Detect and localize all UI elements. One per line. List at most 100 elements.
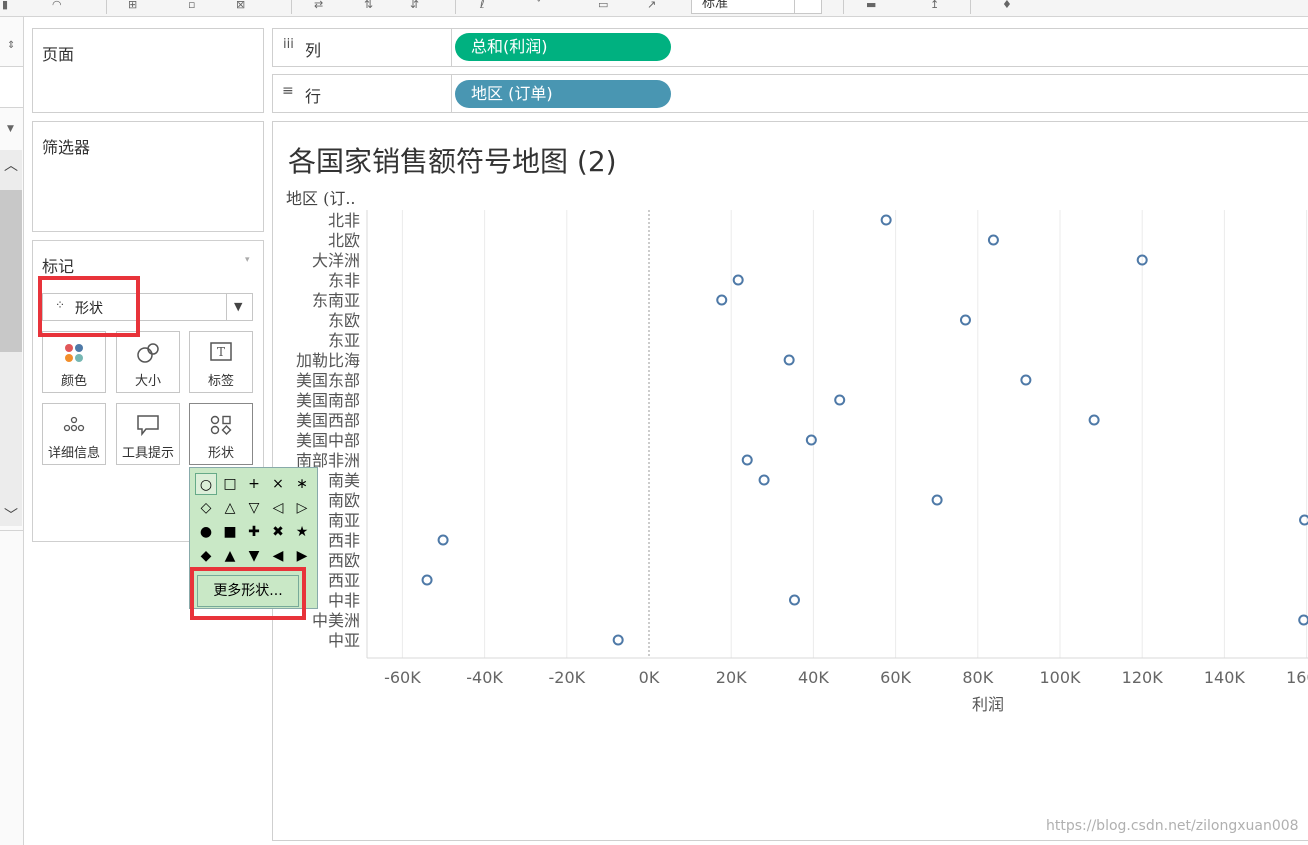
label-icon[interactable]: ▭: [598, 0, 608, 10]
category-label: 大洋洲: [312, 251, 360, 270]
data-point[interactable]: [732, 274, 744, 286]
data-point[interactable]: [959, 314, 971, 326]
detail-icon: [43, 414, 105, 440]
sort-desc-icon[interactable]: ⇵: [410, 0, 419, 10]
filters-pane[interactable]: 筛选器: [32, 121, 264, 232]
category-label: 加勒比海: [296, 351, 360, 370]
data-point[interactable]: [805, 434, 817, 446]
detail-card[interactable]: 详细信息: [42, 403, 106, 465]
shape-option[interactable]: ▼: [243, 545, 265, 567]
dropdown-icon[interactable]: ▼: [7, 124, 14, 134]
shape-option[interactable]: ○: [195, 473, 217, 495]
highlight-box-marktype: [38, 276, 140, 337]
new-datasource-icon[interactable]: ⊞: [128, 0, 137, 10]
shape-option[interactable]: ◁: [267, 497, 289, 519]
data-point[interactable]: [880, 214, 892, 226]
shape-option[interactable]: ■: [219, 521, 241, 543]
filters-title: 筛选器: [42, 138, 91, 157]
size-icon: [117, 342, 179, 370]
group-icon[interactable]: ˇ: [536, 0, 542, 10]
category-label: 东南亚: [312, 291, 360, 310]
scatter-chart[interactable]: -60K -40K -20K 0K 20K 40K 60K 80K 100K 120K 140K 16…: [273, 122, 1308, 840]
shape-option[interactable]: +: [243, 473, 265, 495]
data-point[interactable]: [437, 534, 449, 546]
scroll-up-icon[interactable]: ︿: [4, 155, 18, 175]
x-tick-label: 40K: [798, 668, 829, 687]
x-tick-label: 140K: [1204, 668, 1246, 687]
shape-option[interactable]: ▽: [243, 497, 265, 519]
size-card[interactable]: 大小: [116, 331, 180, 393]
undo-icon[interactable]: ◠: [52, 0, 62, 10]
data-point[interactable]: [716, 294, 728, 306]
scrollbar-thumb[interactable]: [0, 190, 22, 352]
columns-shelf[interactable]: iii 列 总和(利润): [272, 28, 1308, 67]
shape-option[interactable]: ▷: [291, 497, 313, 519]
view-pane[interactable]: 各国家销售额符号地图 (2) -60K -40K -20K 0K 20K 40K 60K 80…: [272, 121, 1308, 841]
category-label: 中美洲: [312, 611, 360, 630]
x-tick-label: 20K: [716, 668, 747, 687]
swap-icon[interactable]: ⇄: [314, 0, 323, 10]
save-icon[interactable]: ▫: [188, 0, 195, 10]
marks-menu-icon[interactable]: ▾: [245, 255, 250, 265]
shape-option[interactable]: ●: [195, 521, 217, 543]
category-label: 南欧: [328, 491, 360, 510]
clear-sheet-icon[interactable]: ⊠: [236, 0, 245, 10]
shape-option[interactable]: ◆: [195, 545, 217, 567]
pages-pane[interactable]: 页面: [32, 28, 264, 113]
data-point[interactable]: [612, 634, 624, 646]
rows-pill[interactable]: 地区 (订单): [455, 80, 671, 108]
data-point[interactable]: [421, 574, 433, 586]
shape-option[interactable]: ◇: [195, 497, 217, 519]
sort-icon[interactable]: ⇕: [7, 40, 15, 51]
highlight-box-more-shapes: [190, 567, 306, 620]
shape-option[interactable]: ✖: [267, 521, 289, 543]
shape-option[interactable]: ▲: [219, 545, 241, 567]
shape-card[interactable]: 形状: [189, 403, 253, 465]
shape-option[interactable]: □: [219, 473, 241, 495]
chevron-down-icon[interactable]: ▼: [234, 300, 242, 313]
chevron-down-icon[interactable]: [794, 0, 821, 13]
shape-option[interactable]: ×: [267, 473, 289, 495]
color-card[interactable]: 颜色: [42, 331, 106, 393]
data-point[interactable]: [834, 394, 846, 406]
data-point[interactable]: [931, 494, 943, 506]
shape-option[interactable]: ▶: [291, 545, 313, 567]
presentation-icon[interactable]: ▬: [866, 0, 876, 10]
shape-option[interactable]: ◀: [267, 545, 289, 567]
x-tick-label: -40K: [466, 668, 503, 687]
share-icon[interactable]: ↥: [930, 0, 939, 10]
data-point[interactable]: [788, 594, 800, 606]
category-label: 西亚: [328, 571, 360, 590]
marks-title: 标记: [42, 257, 75, 276]
toolbar: ▮ ◠ ⊞ ▫ ⊠ ⇄ ⇅ ⇵ ℓ ˇ ▭ ↗ 标准 ▬ ↥ ♦: [0, 0, 1308, 17]
x-tick-label: 120K: [1122, 668, 1164, 687]
shape-option[interactable]: ✚: [243, 521, 265, 543]
category-label: 西非: [328, 531, 360, 550]
rows-shelf-name: 行: [305, 87, 322, 106]
data-point[interactable]: [1020, 374, 1032, 386]
fit-combo[interactable]: 标准: [691, 0, 822, 14]
shape-option[interactable]: ∗: [291, 473, 313, 495]
x-axis-title: 利润: [972, 695, 1004, 714]
label-card[interactable]: T 标签: [189, 331, 253, 393]
show-me-icon[interactable]: ♦: [1002, 0, 1012, 10]
data-point[interactable]: [1088, 414, 1100, 426]
detail-card-label: 详细信息: [47, 446, 100, 461]
highlight-icon[interactable]: ℓ: [480, 0, 485, 10]
columns-icon: iii: [283, 37, 294, 52]
color-icon: [43, 342, 105, 370]
shape-option[interactable]: ★: [291, 521, 313, 543]
pages-title: 页面: [42, 45, 75, 64]
sort-asc-icon[interactable]: ⇅: [364, 0, 373, 10]
data-point[interactable]: [783, 354, 795, 366]
tooltip-card[interactable]: 工具提示: [116, 403, 180, 465]
data-point[interactable]: [758, 474, 770, 486]
data-point[interactable]: [987, 234, 999, 246]
rows-shelf[interactable]: ≡ 行 地区 (订单): [272, 74, 1308, 113]
scroll-down-icon[interactable]: ﹀: [4, 505, 18, 525]
shape-option[interactable]: △: [219, 497, 241, 519]
fix-axes-icon[interactable]: ↗: [647, 0, 656, 10]
columns-pill[interactable]: 总和(利润): [455, 33, 671, 61]
toolbar-icon[interactable]: ▮: [2, 0, 8, 10]
data-point[interactable]: [741, 454, 753, 466]
